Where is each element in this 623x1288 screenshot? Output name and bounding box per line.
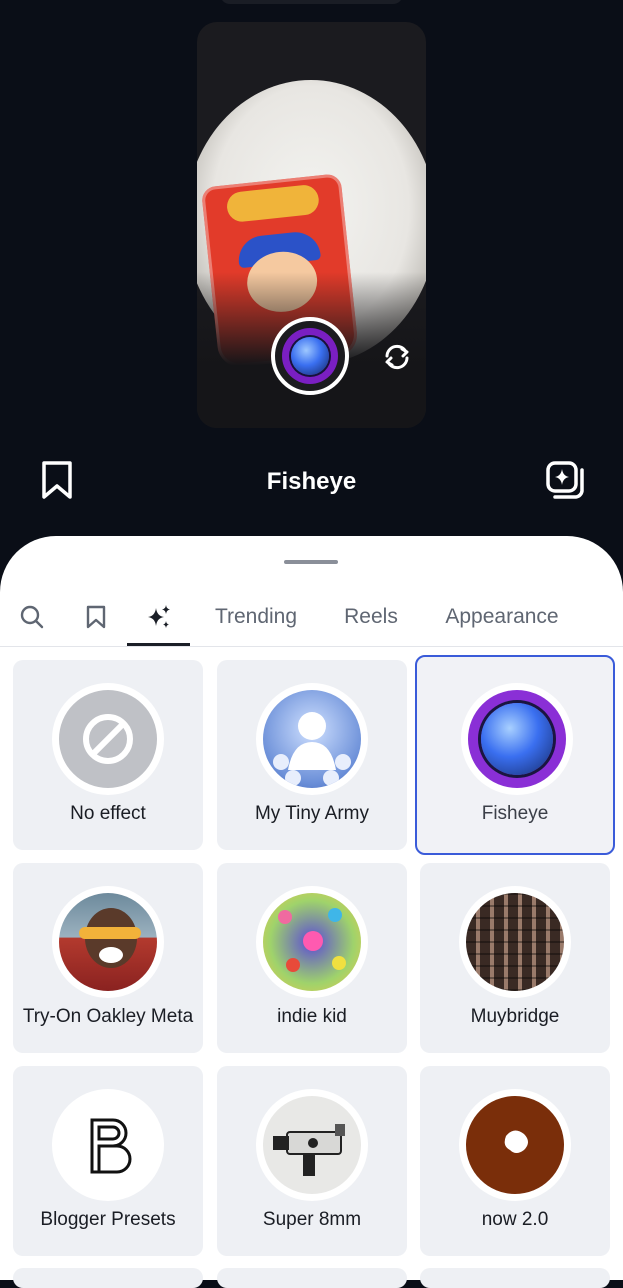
gallery-sparkle-icon[interactable] — [545, 460, 585, 500]
bookmark-icon — [86, 605, 106, 629]
effect-tile-fisheye[interactable]: Fisheye — [415, 655, 615, 855]
effect-label: Muybridge — [470, 1006, 560, 1027]
flip-camera-icon[interactable] — [382, 342, 412, 372]
effect-label: No effect — [70, 803, 146, 824]
effect-tile-peek — [217, 1268, 407, 1288]
effect-tile-my-tiny-army[interactable]: My Tiny Army — [217, 660, 407, 850]
effect-label: Try-On Oakley Meta — [22, 1006, 194, 1027]
effect-tile-peek — [420, 1268, 610, 1288]
tab-trending[interactable]: Trending — [200, 588, 312, 646]
effect-label: Super 8mm — [262, 1209, 362, 1230]
muybridge-icon — [466, 893, 564, 991]
sparkles-icon — [147, 605, 170, 628]
now-icon — [466, 1096, 564, 1194]
camera-preview — [197, 22, 426, 428]
fisheye-icon — [468, 690, 566, 788]
tab-featured[interactable] — [127, 588, 190, 646]
effect-tile-super-8mm[interactable]: Super 8mm — [217, 1066, 407, 1256]
effect-label: Fisheye — [481, 803, 549, 824]
effect-tile-muybridge[interactable]: Muybridge — [420, 863, 610, 1053]
search-icon — [20, 605, 44, 629]
effect-tile-no-effect[interactable]: No effect — [13, 660, 203, 850]
oakley-icon — [59, 893, 157, 991]
effect-tile-now[interactable]: now 2.0 — [420, 1066, 610, 1256]
effect-tile-indie-kid[interactable]: indie kid — [217, 863, 407, 1053]
fisheye-lens-icon — [291, 337, 329, 375]
effect-label: My Tiny Army — [254, 803, 369, 824]
effect-title: Fisheye — [266, 468, 357, 495]
effect-label: now 2.0 — [481, 1209, 549, 1230]
tab-appearance[interactable]: Appearance — [428, 588, 576, 646]
capture-button[interactable] — [271, 317, 349, 395]
effect-tabs: Trending Reels Appearance — [0, 588, 623, 647]
tab-saved[interactable] — [72, 588, 120, 646]
effect-tile-oakley[interactable]: Try-On Oakley Meta — [13, 863, 203, 1053]
tab-reels[interactable]: Reels — [330, 588, 412, 646]
effect-label: indie kid — [277, 1006, 347, 1027]
tiny-army-icon — [263, 690, 361, 788]
super-8mm-icon — [263, 1096, 361, 1194]
effect-tile-peek — [13, 1268, 203, 1288]
effect-tile-blogger-presets[interactable]: Blogger Presets — [13, 1066, 203, 1256]
top-notch — [220, 0, 403, 4]
no-effect-icon — [59, 690, 157, 788]
effect-label: Blogger Presets — [40, 1209, 176, 1230]
sheet-drag-handle[interactable] — [284, 560, 338, 564]
indie-kid-icon — [263, 893, 361, 991]
tab-search[interactable] — [8, 588, 56, 646]
blogger-presets-icon — [59, 1096, 157, 1194]
effects-sheet: Trending Reels Appearance No effect My T… — [0, 536, 623, 1280]
